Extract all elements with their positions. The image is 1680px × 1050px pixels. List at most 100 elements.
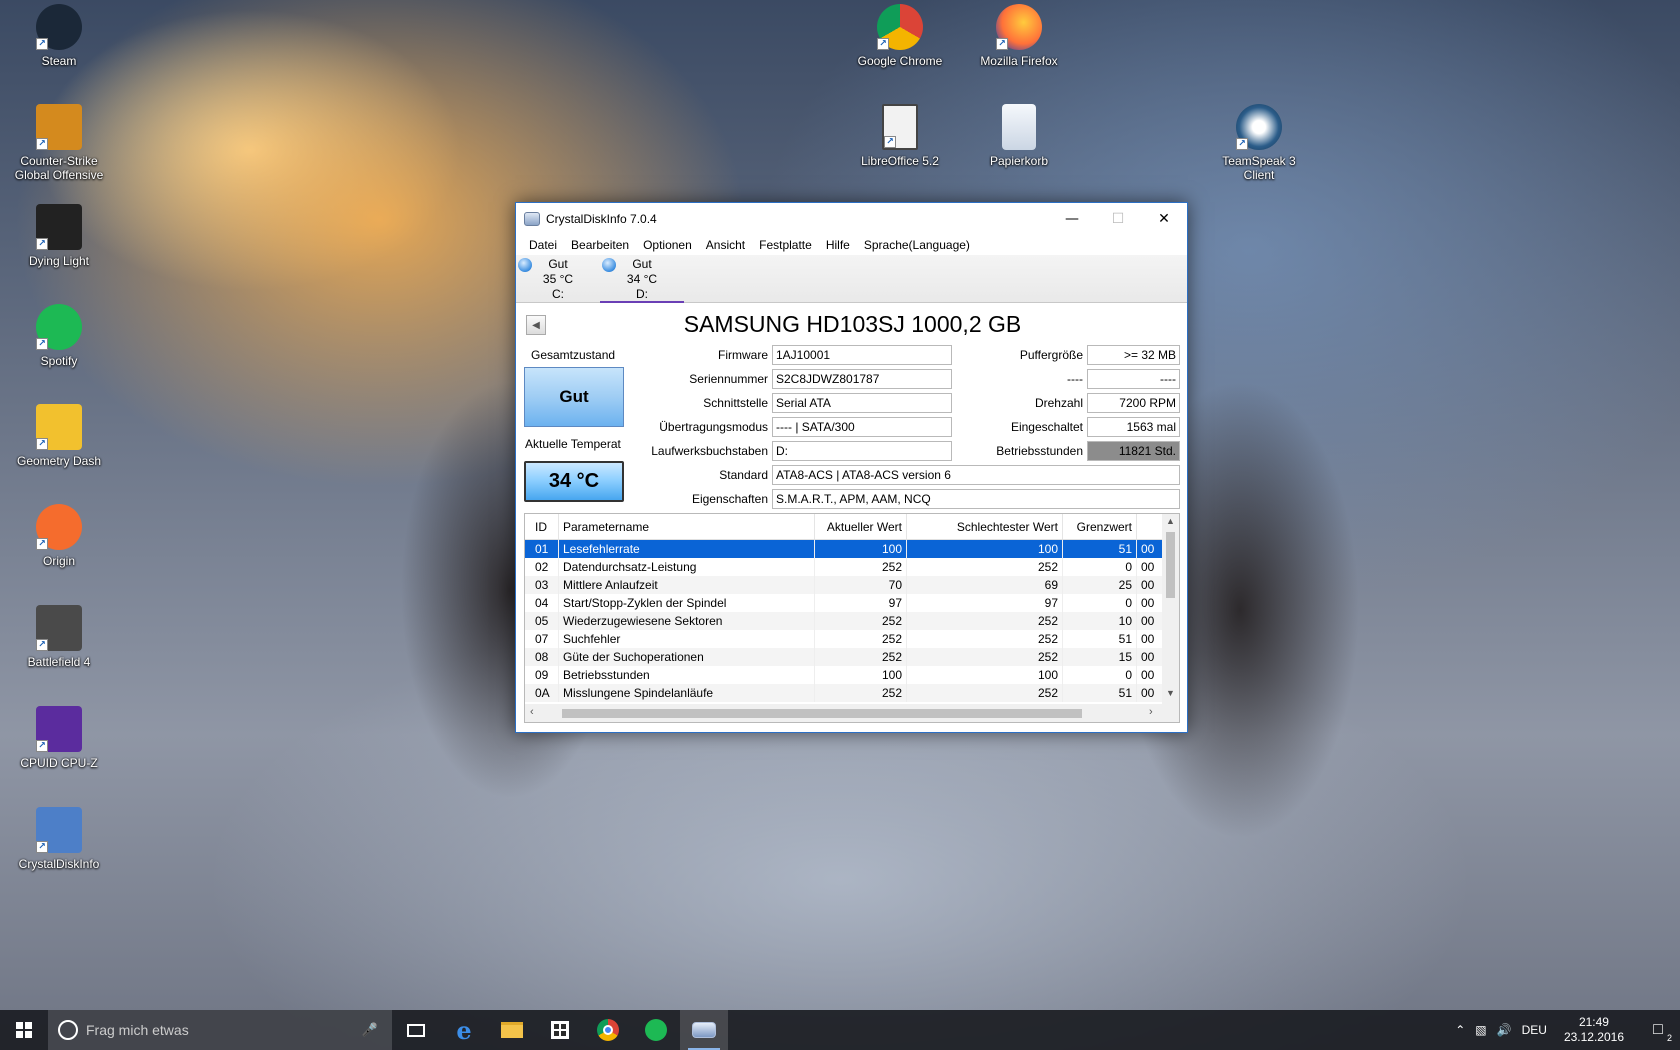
drive-tab-c[interactable]: Gut 35 °C C: [516, 255, 600, 303]
clock-date: 23.12.2016 [1563, 1030, 1624, 1044]
cell-th: 15 [1063, 648, 1137, 666]
taskbar-crystaldiskinfo[interactable] [680, 1010, 728, 1050]
desktop-icon-teamspeak[interactable]: ↗ TeamSpeak 3 Client [1211, 104, 1307, 182]
minimize-button[interactable]: — [1049, 203, 1095, 235]
column-header-id[interactable]: ID [525, 514, 559, 539]
desktop-icon-cpu-z[interactable]: ↗ CPUID CPU-Z [11, 706, 107, 770]
show-hidden-icons-icon[interactable]: ⌃ [1450, 1023, 1470, 1037]
crystaldiskinfo-icon [692, 1022, 716, 1038]
input-language[interactable]: DEU [1517, 1023, 1552, 1037]
cell-cur: 100 [815, 540, 907, 558]
scroll-right-icon[interactable]: › [1149, 706, 1153, 718]
transfer-mode-field: ---- | SATA/300 [772, 417, 952, 437]
column-header-name[interactable]: Parametername [559, 514, 815, 539]
cell-name: Betriebsstunden [559, 666, 815, 684]
table-row[interactable]: 02 Datendurchsatz-Leistung 252 252 0 00 [525, 558, 1179, 576]
edge-icon: e [456, 1015, 472, 1045]
taskbar-store[interactable] [536, 1010, 584, 1050]
desktop-icon-chrome[interactable]: ↗ Google Chrome [852, 4, 948, 68]
table-row[interactable]: 08 Güte der Suchoperationen 252 252 15 00 [525, 648, 1179, 666]
column-header-raw[interactable] [1137, 514, 1163, 539]
network-icon[interactable]: ▧ [1470, 1023, 1491, 1037]
standard-field: ATA8-ACS | ATA8-ACS version 6 [772, 465, 1180, 485]
taskbar-edge[interactable]: e [440, 1010, 488, 1050]
vertical-scrollbar[interactable]: ▲ ▼ [1162, 514, 1179, 704]
csgo-icon: ↗ [36, 104, 82, 150]
health-indicator-icon [518, 258, 532, 272]
dying-light-icon: ↗ [36, 204, 82, 250]
taskbar-file-explorer[interactable] [488, 1010, 536, 1050]
cell-th: 0 [1063, 558, 1137, 576]
cell-name: Misslungene Spindelanläufe [559, 684, 815, 702]
menu-item-4[interactable]: Festplatte [752, 238, 819, 252]
task-view-button[interactable] [392, 1010, 440, 1050]
table-row[interactable]: 09 Betriebsstunden 100 100 0 00 [525, 666, 1179, 684]
desktop-icon-recycle-bin[interactable]: Papierkorb [971, 104, 1067, 168]
search-box[interactable]: Frag mich etwas 🎤 [48, 1010, 392, 1050]
cell-name: Mittlere Anlaufzeit [559, 576, 815, 594]
smart-attributes-table[interactable]: ID Parametername Aktueller Wert Schlecht… [524, 513, 1180, 723]
menu-item-6[interactable]: Sprache(Language) [857, 238, 977, 252]
taskbar: Frag mich etwas 🎤 e ⌃ ▧ 🔊 DEU 21:49 23.1… [0, 1010, 1680, 1050]
desktop-icon-origin[interactable]: ↗ Origin [11, 504, 107, 568]
close-button[interactable]: ✕ [1141, 203, 1187, 235]
desktop-icon-label: Spotify [40, 354, 78, 368]
shortcut-arrow-icon: ↗ [36, 841, 48, 853]
table-row[interactable]: 01 Lesefehlerrate 100 100 51 00 [525, 540, 1179, 558]
table-row[interactable]: 0A Misslungene Spindelanläufe 252 252 51 00 [525, 684, 1179, 702]
action-center-button[interactable]: □ 2 [1636, 1010, 1680, 1050]
health-status-button[interactable]: Gut [524, 367, 624, 427]
table-row[interactable]: 03 Mittlere Anlaufzeit 70 69 25 00 [525, 576, 1179, 594]
cell-id: 04 [525, 594, 559, 612]
shortcut-arrow-icon: ↗ [36, 538, 48, 550]
spotify-icon [645, 1019, 667, 1041]
drive-tab-d[interactable]: Gut 34 °C D: [600, 255, 684, 303]
clock[interactable]: 21:49 23.12.2016 [1552, 1015, 1636, 1045]
notification-icon: □ [1653, 1021, 1663, 1038]
scroll-up-icon[interactable]: ▲ [1162, 516, 1179, 526]
cell-raw: 00 [1137, 630, 1163, 648]
column-header-current[interactable]: Aktueller Wert [815, 514, 907, 539]
column-header-threshold[interactable]: Grenzwert [1063, 514, 1137, 539]
column-header-worst[interactable]: Schlechtester Wert [907, 514, 1063, 539]
title-bar[interactable]: CrystalDiskInfo 7.0.4 — ☐ ✕ [516, 203, 1187, 235]
power-on-hours-field: 11821 Std. [1087, 441, 1180, 461]
health-indicator-icon [602, 258, 616, 272]
volume-icon[interactable]: 🔊 [1492, 1023, 1517, 1037]
table-row[interactable]: 05 Wiederzugewiesene Sektoren 252 252 10 00 [525, 612, 1179, 630]
shortcut-arrow-icon: ↗ [36, 639, 48, 651]
horizontal-scroll-thumb[interactable] [562, 709, 1082, 718]
steam-icon: ↗ [36, 4, 82, 50]
menu-item-2[interactable]: Optionen [636, 238, 699, 252]
desktop-icon-battlefield[interactable]: ↗ Battlefield 4 [11, 605, 107, 669]
desktop-icon-crystaldiskinfo[interactable]: ↗ CrystalDiskInfo [11, 807, 107, 871]
cell-id: 09 [525, 666, 559, 684]
microphone-icon[interactable]: 🎤 [362, 1022, 378, 1038]
menu-item-5[interactable]: Hilfe [819, 238, 857, 252]
menu-item-3[interactable]: Ansicht [699, 238, 752, 252]
maximize-button[interactable]: ☐ [1095, 203, 1141, 235]
menu-item-0[interactable]: Datei [522, 238, 564, 252]
menu-item-1[interactable]: Bearbeiten [564, 238, 636, 252]
serial-field: S2C8JDWZ801787 [772, 369, 952, 389]
horizontal-scrollbar[interactable]: ‹ › [525, 704, 1179, 722]
desktop-icon-csgo[interactable]: ↗ Counter-Strike Global Offensive [11, 104, 107, 182]
recycle-bin-icon [1002, 104, 1036, 150]
scroll-left-icon[interactable]: ‹ [530, 706, 534, 718]
cell-name: Lesefehlerrate [559, 540, 815, 558]
taskbar-chrome[interactable] [584, 1010, 632, 1050]
taskbar-spotify[interactable] [632, 1010, 680, 1050]
table-row[interactable]: 07 Suchfehler 252 252 51 00 [525, 630, 1179, 648]
desktop-icon-spotify[interactable]: ↗ Spotify [11, 304, 107, 368]
temperature-button[interactable]: 34 °C [524, 461, 624, 502]
table-row[interactable]: 04 Start/Stopp-Zyklen der Spindel 97 97 0 00 [525, 594, 1179, 612]
desktop-icon-geometry-dash[interactable]: ↗ Geometry Dash [11, 404, 107, 468]
vertical-scroll-thumb[interactable] [1166, 532, 1175, 598]
scroll-down-icon[interactable]: ▼ [1162, 688, 1179, 698]
firmware-label: Firmware [718, 348, 768, 362]
desktop-icon-dying-light[interactable]: ↗ Dying Light [11, 204, 107, 268]
desktop-icon-steam[interactable]: ↗ Steam [11, 4, 107, 68]
desktop-icon-firefox[interactable]: ↗ Mozilla Firefox [971, 4, 1067, 68]
desktop-icon-libreoffice[interactable]: ↗ LibreOffice 5.2 [852, 104, 948, 168]
start-button[interactable] [0, 1010, 48, 1050]
